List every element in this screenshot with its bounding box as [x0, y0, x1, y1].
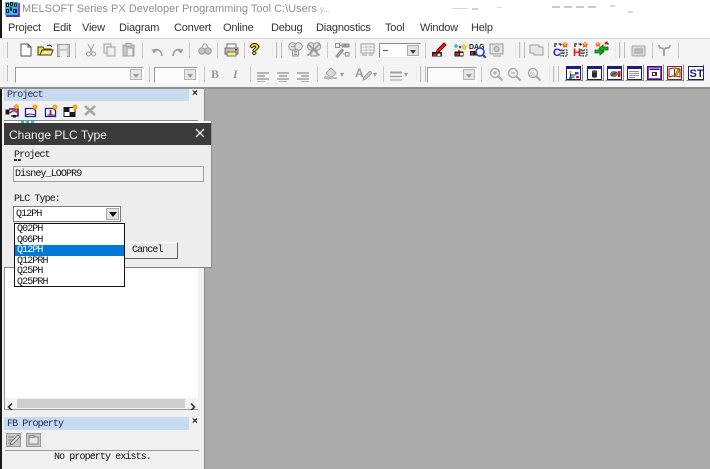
svg-text:%: %	[530, 72, 536, 78]
svg-text:H: H	[573, 47, 581, 58]
svg-text:C: C	[553, 47, 561, 58]
svg-text:ST: ST	[690, 68, 704, 80]
